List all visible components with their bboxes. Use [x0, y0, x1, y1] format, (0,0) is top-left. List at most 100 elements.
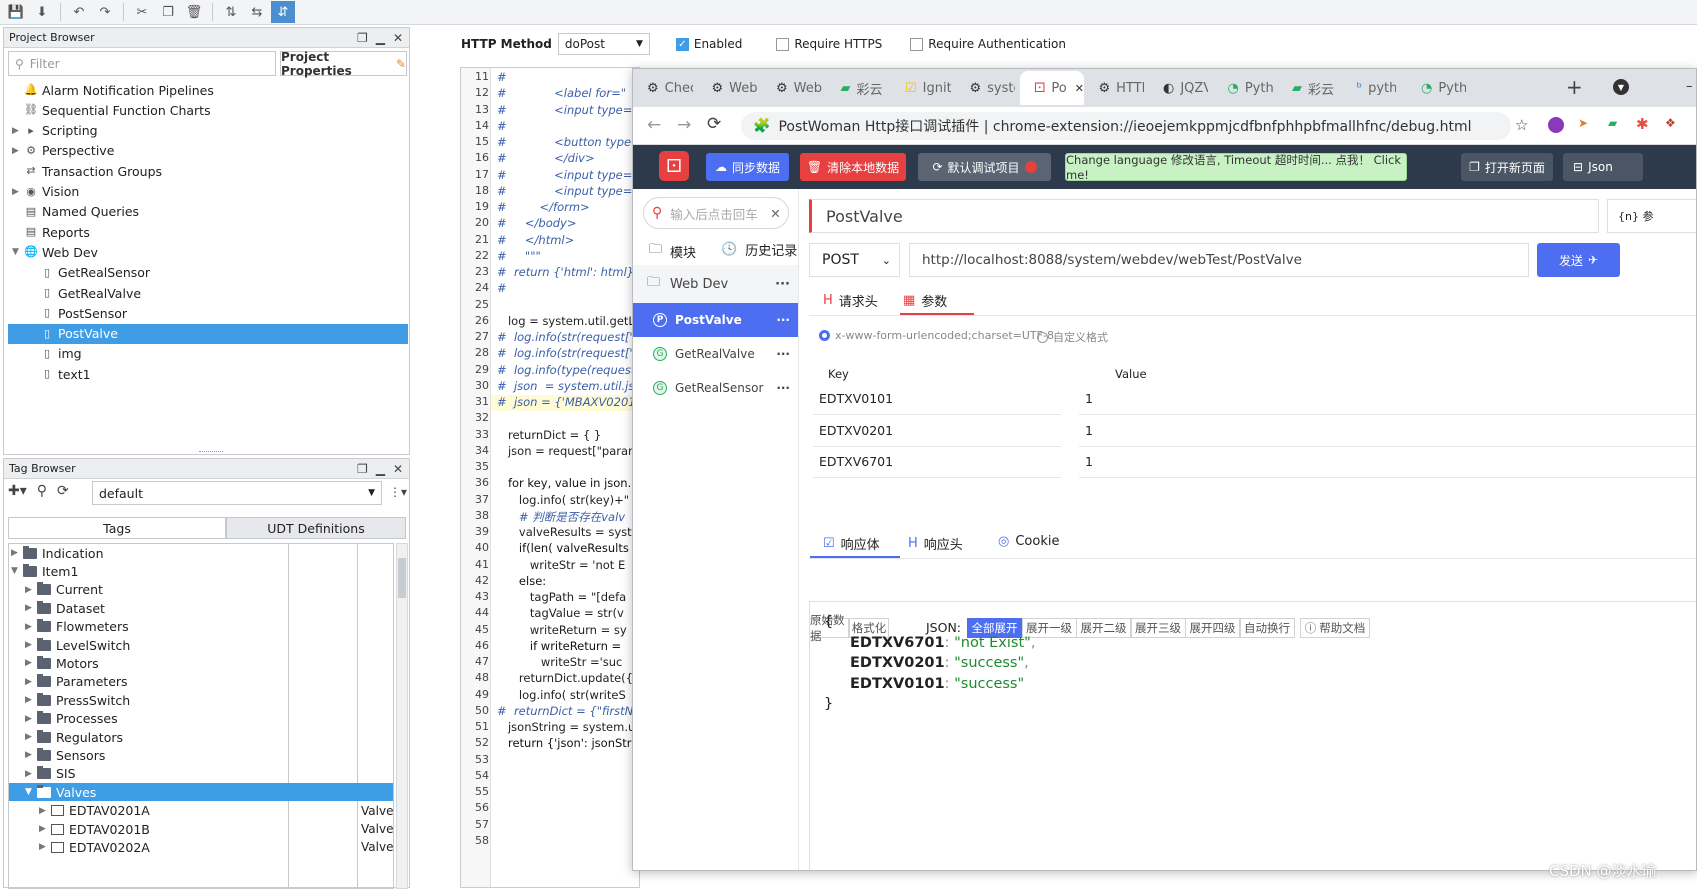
extension-icon[interactable]: ➤ [1578, 116, 1588, 130]
extension-icon[interactable] [1548, 117, 1564, 133]
expand-icon[interactable]: ▼ [25, 787, 37, 797]
project-tree-item[interactable]: ⇄ Transaction Groups [8, 161, 408, 181]
expand-icon[interactable]: ▶ [25, 622, 37, 632]
expand-icon[interactable]: ▶ [25, 732, 37, 742]
expand-icon[interactable]: ▶ [25, 585, 37, 595]
extension-icon[interactable]: ▰ [1608, 116, 1617, 130]
search-icon[interactable]: ⚲ [37, 483, 47, 499]
expand-icon[interactable]: ▶ [25, 769, 37, 779]
tab-modules[interactable]: 🗀 模块 [649, 240, 696, 262]
project-tree-item[interactable]: ▤ Reports [8, 222, 408, 242]
expand-icon[interactable]: ▶ [39, 842, 51, 852]
tag-tree-item[interactable]: ▶ Indication [9, 544, 393, 562]
project-tree-item[interactable]: ▯ text1 [8, 364, 408, 384]
request-item[interactable]: G GetRealValve ··· [633, 337, 798, 371]
tag-tree-item[interactable]: ▶ SIS [9, 765, 393, 783]
expand-icon[interactable]: ▼ [12, 247, 24, 257]
tag-tree-item[interactable]: ▼ Valves [9, 783, 393, 802]
tag-tree-item[interactable]: ▶ Motors [9, 654, 393, 672]
close-tab-icon[interactable]: ✕ [1075, 82, 1084, 95]
require-auth-checkbox[interactable] [910, 37, 924, 51]
omnibox[interactable]: 🧩 PostWoman Http接口调试插件 | chrome-extension… [741, 112, 1511, 140]
request-item[interactable]: P PostValve ··· [633, 303, 798, 337]
content-type-option[interactable]: x-www-form-urlencoded;charset=UTF-8 [819, 329, 1054, 342]
open-new-page-button[interactable]: ❐ 打开新页面 [1461, 153, 1553, 181]
enabled-checkbox[interactable]: ✓ [675, 37, 689, 51]
forward-icon[interactable]: → [677, 115, 691, 135]
browser-tab[interactable]: ☑ Igniti [891, 71, 955, 105]
response-body[interactable]: { EDTXV6701: "not Exist", EDTXV0201: "suc… [809, 601, 1696, 870]
minimize-icon[interactable]: ▁ [376, 31, 385, 45]
tag-tree-item[interactable]: ▶ LevelSwitch [9, 636, 393, 654]
param-value-cell[interactable]: 1 [1079, 446, 1696, 478]
tag-tree-item[interactable]: ▶ Flowmeters [9, 618, 393, 636]
browser-tab[interactable]: ⚙ syste [956, 71, 1020, 105]
tab-request-headers[interactable]: H 请求头 [823, 291, 878, 310]
project-tree-item[interactable]: ▶ ◉ Vision [8, 182, 408, 202]
resize-handle[interactable] [199, 451, 223, 454]
tab-history[interactable]: 🕓 历史记录 [721, 240, 797, 259]
tab-tags[interactable]: Tags [8, 517, 226, 539]
tab-response-body[interactable]: ☑ 响应体 [823, 534, 880, 553]
expand-icon[interactable]: ▶ [12, 187, 24, 197]
param-value-cell[interactable]: 1 [1079, 415, 1696, 447]
save-all-icon[interactable]: ⬇ [30, 1, 54, 23]
browser-tab[interactable]: ⚙ Web [698, 71, 762, 105]
more-icon[interactable]: ⋮▾ [389, 485, 407, 499]
expand-icon[interactable]: ▶ [39, 806, 51, 816]
tag-tree-item[interactable]: ▶ EDTAV0201B ValveU... [9, 820, 393, 838]
redo-icon[interactable]: ↷ [93, 1, 117, 23]
method-select[interactable]: POST ⌄ [809, 243, 900, 277]
project-tree-item[interactable]: ▶ ▸ Scripting [8, 121, 408, 141]
browser-tab[interactable]: ⚙ Chec [633, 71, 697, 105]
project-tree-item[interactable]: ▤ Named Queries [8, 202, 408, 222]
custom-format-option[interactable]: 自定义格式 [1037, 329, 1108, 345]
browser-tab[interactable]: ◔ Pytho [1407, 71, 1471, 105]
filter-input[interactable]: ⚲ Filter [8, 51, 276, 76]
align-icon[interactable]: ⇅ [219, 1, 243, 23]
tag-tree-item[interactable]: ▶ Sensors [9, 746, 393, 764]
project-tree-item[interactable]: ▯ PostValve [8, 323, 408, 344]
extension-icon[interactable]: ✱ [1636, 115, 1649, 133]
more-icon[interactable]: ··· [776, 381, 790, 395]
expand-icon[interactable]: ▶ [25, 677, 37, 687]
tag-tree-item[interactable]: ▶ Dataset [9, 599, 393, 617]
request-name-input[interactable]: PostValve [809, 199, 1599, 233]
scrollbar-thumb[interactable] [398, 558, 406, 598]
scrollbar[interactable] [396, 543, 408, 889]
copy-icon[interactable]: ❐ [156, 1, 180, 23]
save-icon[interactable]: 💾 [4, 1, 28, 23]
project-tree-item[interactable]: ⛓ Sequential Function Charts [8, 100, 408, 120]
browser-tab[interactable]: ▰ 彩云 [827, 71, 891, 105]
project-tree-item[interactable]: ▶ ⚙ Perspective [8, 141, 408, 161]
expand-icon[interactable]: ▼ [11, 566, 23, 576]
back-icon[interactable]: ← [647, 115, 661, 135]
expand-icon[interactable]: ▶ [39, 824, 51, 834]
change-language-notice[interactable]: Change language 修改语言, Timeout 超时时间... 点我… [1065, 153, 1407, 182]
refresh-icon[interactable]: ⟳ [57, 483, 69, 499]
param-key-cell[interactable]: EDTXV6701 [813, 446, 1061, 478]
require-https-checkbox[interactable] [776, 37, 790, 51]
reload-icon[interactable]: ⟳ [707, 114, 721, 134]
more-icon[interactable]: ··· [776, 313, 790, 327]
expand-icon[interactable]: ▶ [25, 695, 37, 705]
browser-tab[interactable]: ▰ 彩云 [1278, 71, 1342, 105]
params-toggle[interactable]: {n} 参 [1607, 199, 1696, 233]
project-tree-item[interactable]: ▯ img [8, 344, 408, 364]
add-icon[interactable]: ✚▾ [8, 483, 27, 499]
expand-icon[interactable]: ▶ [25, 750, 37, 760]
expand-icon[interactable]: ▶ [25, 658, 37, 668]
expand-icon[interactable]: ▶ [12, 126, 24, 136]
tag-tree-item[interactable]: ▼ Item1 [9, 562, 393, 580]
param-value-cell[interactable]: 1 [1079, 383, 1696, 415]
tag-tree-item[interactable]: ▶ Regulators [9, 728, 393, 746]
tag-tree-item[interactable]: ▶ Processes [9, 710, 393, 728]
default-project-button[interactable]: ⟳ 默认调试项目 [918, 153, 1051, 181]
browser-tab[interactable]: ◐ JQZV [1149, 71, 1213, 105]
tag-tree-item[interactable]: ▶ EDTAV0201A ValveU... [9, 802, 393, 820]
expand-icon[interactable]: ▶ [25, 714, 37, 724]
minimize-icon[interactable]: – [1686, 79, 1693, 94]
browser-tab[interactable]: ⚀ Po ✕ [1020, 71, 1084, 105]
url-input[interactable]: http://localhost:8088/system/webdev/webT… [909, 243, 1529, 277]
float-icon[interactable]: ❐ [357, 462, 368, 476]
